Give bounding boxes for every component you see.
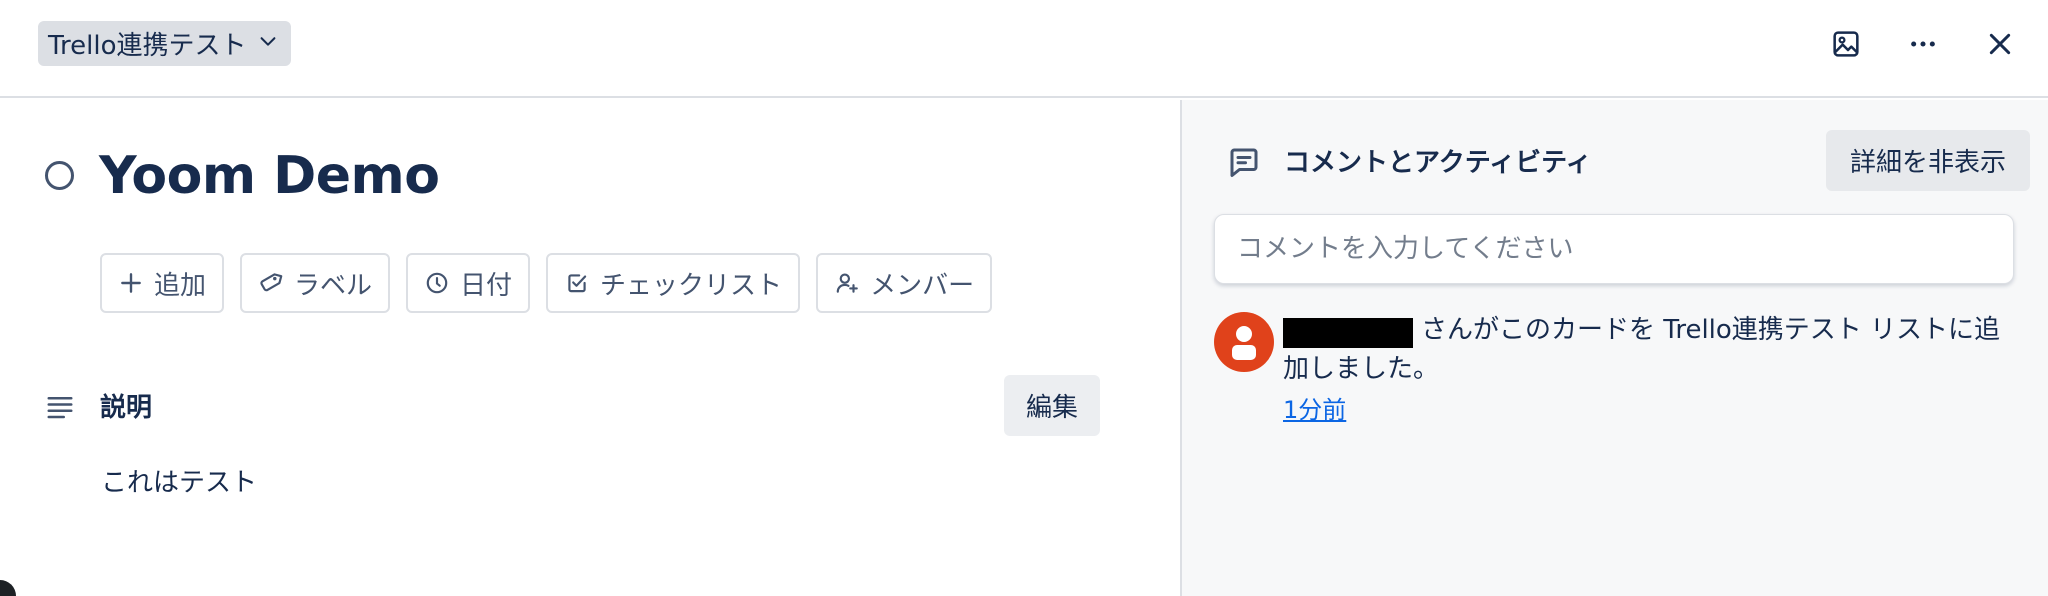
close-icon	[1989, 33, 2011, 55]
hide-details-button[interactable]: 詳細を非表示	[1826, 130, 2031, 191]
clock-icon	[426, 272, 448, 294]
label-label: ラベル	[294, 270, 373, 301]
edit-description-button[interactable]: 編集	[1004, 375, 1101, 436]
comment-icon	[1230, 148, 1258, 177]
label-button[interactable]: ラベル	[240, 253, 391, 313]
list-name: Trello連携テスト	[48, 31, 247, 61]
plus-icon	[121, 273, 141, 293]
close-button[interactable]	[1978, 22, 2022, 66]
date-button[interactable]: 日付	[406, 253, 531, 313]
checklist-button[interactable]: チェックリスト	[546, 253, 801, 313]
user-icon	[1232, 326, 1256, 360]
comment-input[interactable]	[1214, 214, 2014, 284]
description-heading: 説明	[100, 393, 153, 423]
card-main: Yoom Demo 追加 ラベル 日付 チェックリスト メンバー 説明 編集 こ…	[0, 100, 1180, 596]
members-label: メンバー	[870, 270, 975, 301]
date-label: 日付	[460, 270, 513, 301]
card-title[interactable]: Yoom Demo	[99, 144, 440, 208]
more-actions-button[interactable]	[1901, 22, 1945, 66]
add-button[interactable]: 追加	[100, 253, 225, 313]
activity-panel: コメントとアクティビティ 詳細を非表示 さんがこのカードを Trello連携テス…	[1180, 100, 2048, 596]
image-icon	[1833, 31, 1859, 57]
activity-entry-time[interactable]: 1分前	[1283, 390, 1346, 425]
tag-icon	[260, 273, 283, 292]
cover-image-button[interactable]	[1824, 22, 1868, 66]
redacted-username	[1283, 318, 1413, 348]
avatar[interactable]	[1214, 312, 1274, 372]
description-text[interactable]: これはテスト	[101, 462, 257, 499]
description-icon	[47, 397, 73, 419]
checklist-label: チェックリスト	[600, 270, 783, 301]
members-button[interactable]: メンバー	[816, 253, 993, 313]
list-picker-button[interactable]: Trello連携テスト	[38, 21, 291, 66]
activity-heading: コメントとアクティビティ	[1284, 148, 1592, 178]
card-detail-dialog: Trello連携テスト Yoom Demo 追加 ラベル 日付 チェックリスト …	[0, 0, 2048, 596]
dialog-header: Trello連携テスト	[0, 0, 2048, 98]
chevron-down-icon	[257, 29, 279, 59]
complete-toggle[interactable]	[45, 161, 74, 190]
more-icon	[1911, 41, 1935, 47]
add-member-icon	[836, 273, 858, 293]
card-actions: 追加 ラベル 日付 チェックリスト メンバー	[100, 253, 993, 313]
add-label: 追加	[154, 270, 207, 301]
checklist-icon	[568, 274, 587, 293]
